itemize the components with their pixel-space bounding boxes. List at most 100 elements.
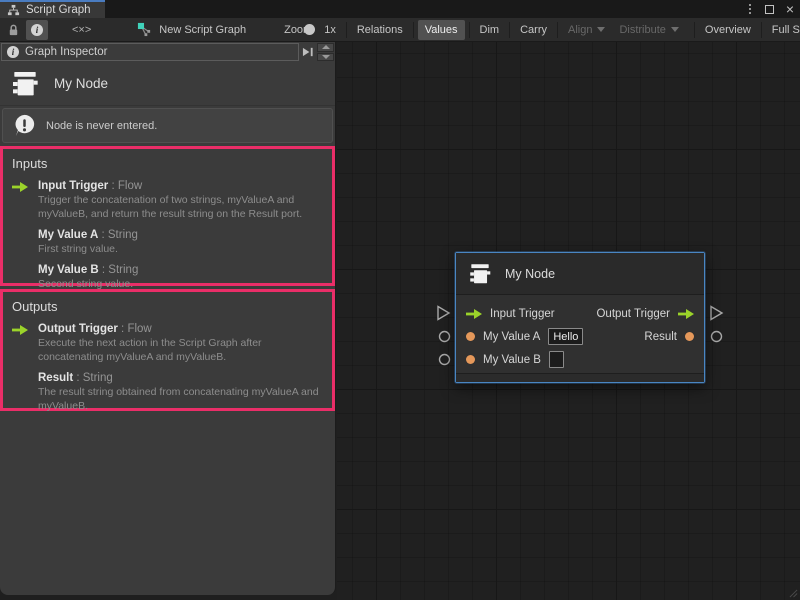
input-flow-connector[interactable] — [436, 305, 451, 321]
inputs-heading: Inputs — [12, 156, 326, 171]
my-value-a-label: My Value A — [483, 331, 540, 343]
output-flow-connector[interactable] — [709, 305, 724, 321]
value-port-icon[interactable] — [466, 355, 475, 364]
dim-button[interactable]: Dim — [473, 18, 507, 42]
port-type: : Flow — [118, 323, 152, 335]
input-trigger-label: Input Trigger — [490, 308, 555, 320]
node-row-trigger: Input Trigger Output Trigger — [456, 302, 704, 325]
inspector-toggle-button[interactable]: i — [26, 20, 48, 40]
chevron-down-icon — [671, 27, 679, 32]
port-entry-input-trigger: Input Trigger : Flow Trigger the concate… — [12, 180, 326, 222]
graph-inspector-titlebox[interactable]: i Graph Inspector — [1, 43, 299, 61]
node-footer — [456, 373, 704, 382]
outputs-section: Outputs Output Trigger : Flow Execute th… — [0, 289, 335, 411]
port-description: The result string obtained from concaten… — [38, 386, 326, 414]
full-screen-button[interactable]: Full Screen — [765, 18, 800, 42]
my-value-a-field[interactable]: Hello — [548, 328, 583, 345]
port-name: Input Trigger — [38, 180, 108, 192]
my-value-b-field[interactable] — [549, 351, 564, 368]
node-title: My Node — [505, 267, 555, 281]
close-icon[interactable]: × — [786, 3, 794, 15]
maximize-icon[interactable] — [765, 5, 774, 14]
tab-label: Script Graph — [26, 4, 91, 16]
menu-kebab-icon[interactable] — [747, 3, 753, 15]
flow-arrow-icon — [12, 180, 30, 222]
graph-hierarchy-icon — [7, 4, 20, 17]
dock-panel-button[interactable] — [299, 42, 317, 62]
align-button[interactable]: Align — [561, 18, 612, 42]
values-button[interactable]: Values — [418, 20, 465, 40]
node-row-value-a: My Value A Hello Result — [456, 325, 704, 348]
unit-node-icon — [467, 261, 493, 287]
result-label: Result — [644, 331, 677, 343]
my-node[interactable]: My Node Input Trigger Output Trigger My … — [455, 252, 705, 383]
code-view-button[interactable]: <×> — [65, 18, 98, 42]
flow-arrow-icon[interactable] — [466, 309, 482, 319]
toolbar-separator — [694, 22, 695, 38]
toolbar-separator — [557, 22, 558, 38]
port-description: First string value. — [38, 243, 138, 257]
port-entry-my-value-b: My Value B : String Second string value. — [12, 264, 326, 292]
port-description: Second string value. — [38, 278, 138, 292]
distribute-label: Distribute — [619, 24, 665, 36]
port-entry-my-value-a: My Value A : String First string value. — [12, 229, 326, 257]
graph-inspector-header: i Graph Inspector — [0, 42, 335, 62]
port-type: : String — [98, 229, 138, 241]
dock-right-icon — [302, 46, 314, 58]
flow-arrow-icon[interactable] — [678, 309, 694, 319]
script-graph-asset-icon — [137, 22, 152, 37]
unit-node-icon — [9, 68, 41, 100]
lock-icon — [7, 23, 20, 37]
input-value-connector-b[interactable] — [438, 353, 451, 366]
graph-inspector-panel: i Graph Inspector My Node — [0, 42, 336, 595]
output-trigger-label: Output Trigger — [596, 308, 670, 320]
carry-button[interactable]: Carry — [513, 18, 554, 42]
graph-asset-button[interactable]: New Script Graph — [130, 18, 253, 42]
relations-button[interactable]: Relations — [350, 18, 410, 42]
inspected-node-header: My Node — [0, 62, 335, 106]
value-port-icon[interactable] — [466, 332, 475, 341]
toolbar-separator — [509, 22, 510, 38]
inputs-section: Inputs Input Trigger : Flow Trigger the … — [0, 146, 335, 286]
port-type: : Flow — [108, 180, 142, 192]
port-entry-result: Result : String The result string obtain… — [12, 372, 326, 414]
my-value-b-label: My Value B — [483, 354, 541, 366]
port-name: Output Trigger — [38, 323, 118, 335]
zoom-slider-knob[interactable] — [304, 24, 315, 35]
resize-grip-icon[interactable] — [789, 589, 798, 598]
port-description: Execute the next action in the Script Gr… — [38, 337, 326, 365]
output-value-connector[interactable] — [710, 330, 723, 343]
cycle-down-button[interactable] — [317, 53, 334, 62]
port-type: : String — [73, 372, 113, 384]
input-value-connector-a[interactable] — [438, 330, 451, 343]
window-tab-bar: Script Graph × — [0, 0, 800, 18]
overview-button[interactable]: Overview — [698, 18, 758, 42]
node-row-value-b: My Value B — [456, 348, 704, 371]
warning-box: Node is never entered. — [2, 108, 333, 143]
port-type: : String — [99, 264, 139, 276]
node-header[interactable]: My Node — [456, 253, 704, 295]
graph-canvas[interactable]: My Node Input Trigger Output Trigger My … — [337, 42, 800, 600]
port-description: Trigger the concatenation of two strings… — [38, 194, 326, 222]
info-icon: i — [7, 46, 19, 58]
value-port-icon — [12, 372, 30, 414]
graph-toolbar: i <×> New Script Graph Zoom 1x Relations… — [0, 18, 800, 42]
value-port-icon[interactable] — [685, 332, 694, 341]
distribute-button[interactable]: Distribute — [612, 18, 685, 42]
tab-script-graph[interactable]: Script Graph — [0, 0, 105, 18]
warning-bubble-icon — [12, 113, 37, 138]
toolbar-separator — [761, 22, 762, 38]
cycle-up-button[interactable] — [317, 43, 334, 52]
lock-button[interactable] — [2, 18, 25, 42]
port-name: Result — [38, 372, 73, 384]
warning-text: Node is never entered. — [46, 120, 157, 132]
zoom-value: 1x — [324, 18, 343, 42]
toolbar-separator — [346, 22, 347, 38]
port-name: My Value A — [38, 229, 98, 241]
toolbar-separator — [413, 22, 414, 38]
value-port-icon — [12, 229, 30, 257]
window-controls: × — [747, 2, 794, 16]
outputs-heading: Outputs — [12, 299, 326, 314]
triangle-up-icon — [322, 45, 330, 49]
triangle-down-icon — [322, 55, 330, 59]
